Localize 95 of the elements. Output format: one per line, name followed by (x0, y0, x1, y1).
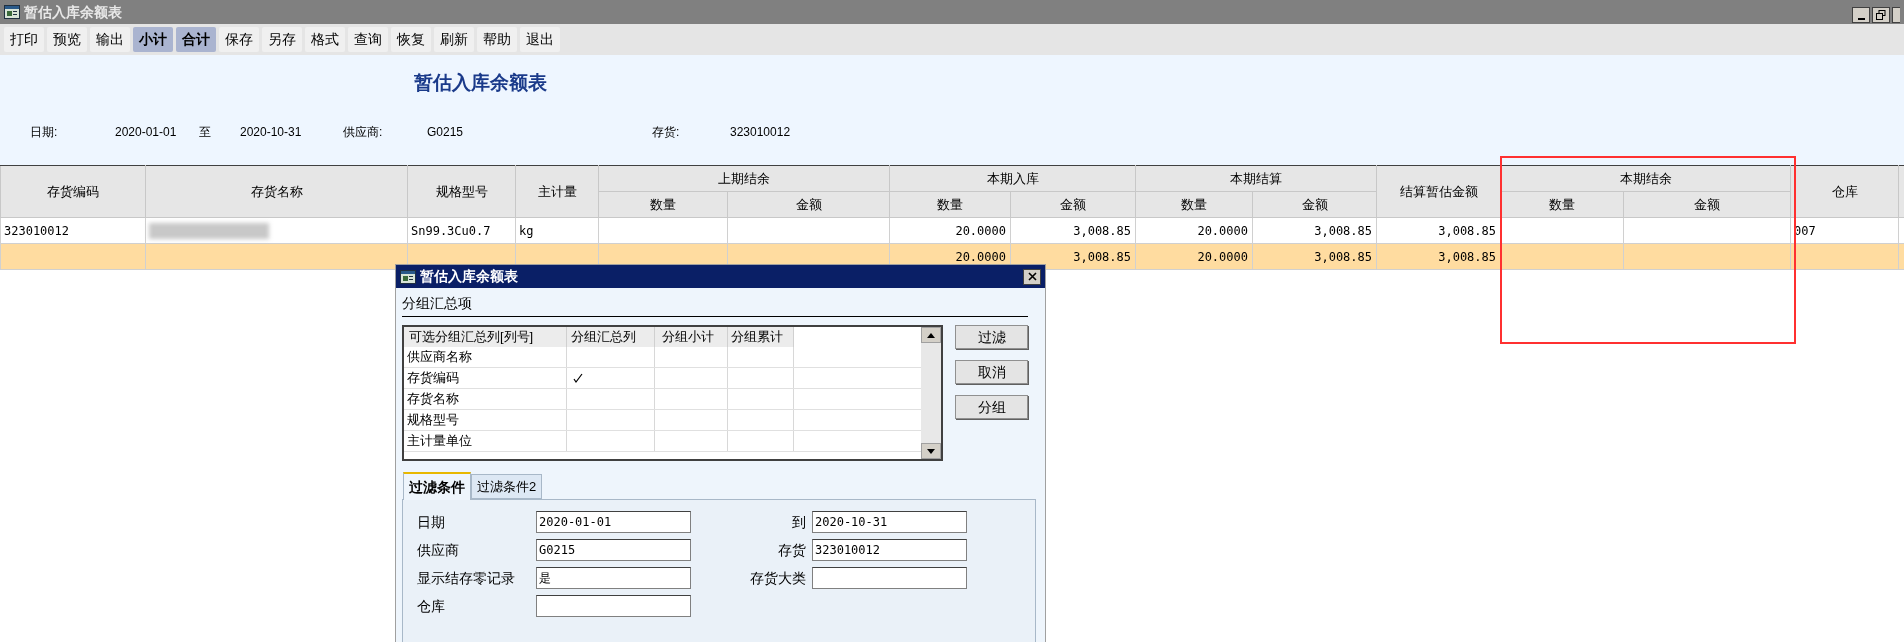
input-field[interactable]: G0215 (536, 539, 691, 561)
arrow-up-icon (927, 332, 935, 338)
column-header: 结算暂估金额 (1376, 165, 1501, 218)
filter-label: 供应商: (343, 124, 384, 141)
input-field[interactable] (812, 567, 967, 589)
column-header: 数量 (889, 191, 1011, 218)
table-cell: 3,008.85 (1073, 223, 1131, 238)
table-cell: 20.0000 (1197, 249, 1248, 264)
field-label: 供应商 (417, 540, 460, 560)
field-label: 仓库 (417, 596, 446, 616)
window-icon (4, 5, 20, 19)
close-button[interactable] (1892, 7, 1900, 23)
filter-label: 存货: (652, 124, 681, 141)
dialog-icon (400, 269, 416, 284)
table-cell: 3,008.85 (1314, 249, 1372, 264)
list-item[interactable]: 主计量单位 (404, 431, 567, 451)
filter-value: 323010012 (730, 124, 791, 141)
list-item[interactable]: 存货编码 (404, 368, 567, 388)
field-label: 显示结存零记录 (417, 568, 516, 588)
toolbar-button[interactable]: 刷新 (434, 27, 474, 52)
toolbar-button[interactable]: 合计 (176, 27, 216, 52)
grid-header: 分组累计 (728, 327, 794, 347)
column-header: 数量 (1500, 191, 1624, 218)
field-label: 到 (791, 512, 807, 532)
toolbar-button[interactable]: 格式 (305, 27, 345, 52)
column-header: 存货编码 (0, 165, 146, 218)
table-cell: 3,008.85 (1438, 249, 1496, 264)
column-header: 金额 (1010, 191, 1136, 218)
dialog-button[interactable]: 取消 (955, 360, 1028, 384)
input-field[interactable]: 2020-01-01 (536, 511, 691, 533)
scrollbar[interactable] (921, 327, 941, 459)
list-item[interactable]: 存货名称 (404, 389, 567, 409)
filter-value: G0215 (427, 124, 465, 141)
check-icon (573, 372, 584, 384)
toolbar-button[interactable]: 小计 (133, 27, 173, 52)
field-label: 存货大类 (749, 568, 807, 588)
field-label: 日期 (417, 512, 446, 532)
column-header: 主计量 (515, 165, 599, 218)
dialog-button[interactable]: 过滤 (955, 325, 1028, 349)
grid-header: 可选分组汇总列[列号] (404, 327, 567, 347)
tab[interactable]: 过滤条件 (403, 472, 471, 500)
toolbar-button[interactable]: 输出 (90, 27, 130, 52)
filter-value: 2020-01-01 (115, 124, 178, 141)
field-label: 存货 (777, 540, 807, 560)
arrow-down-icon (927, 448, 935, 454)
column-header: 仓库 (1790, 165, 1899, 218)
toolbar-button[interactable]: 恢复 (391, 27, 431, 52)
filter-label: 日期: (30, 124, 59, 141)
column-header: 金额 (1252, 191, 1377, 218)
table-cell: Sn99.3Cu0.7 (411, 223, 491, 238)
filter-label: 至 (199, 124, 212, 141)
close-button[interactable] (1023, 268, 1041, 285)
table-cell: kg (519, 223, 534, 238)
column-header: 本期结余 (1500, 165, 1791, 192)
toolbar-button[interactable]: 另存 (262, 27, 302, 52)
table-cell: 20.0000 (1197, 223, 1248, 238)
toolbar-button[interactable]: 查询 (348, 27, 388, 52)
window-title: 暂估入库余额表 (24, 2, 122, 22)
list-item[interactable]: 规格型号 (404, 410, 567, 430)
input-field[interactable]: 323010012 (812, 539, 967, 561)
minimize-button[interactable] (1852, 7, 1870, 23)
input-field[interactable]: 是 (536, 567, 691, 589)
toolbar-button[interactable]: 帮助 (477, 27, 517, 52)
list-item[interactable]: 供应商名称 (404, 347, 567, 367)
dialog-button[interactable]: 分组 (955, 395, 1028, 419)
tab[interactable]: 过滤条件2 (471, 474, 543, 499)
grid-header: 分组小计 (655, 327, 728, 347)
table-cell: 3,008.85 (1073, 249, 1131, 264)
table-cell: 3,008.85 (1314, 223, 1372, 238)
close-icon (1027, 272, 1037, 281)
column-header: 规格型号 (407, 165, 516, 218)
column-header: 数量 (1135, 191, 1253, 218)
input-field[interactable] (536, 595, 691, 617)
table-cell: 323010012 (4, 223, 70, 238)
column-header: 数量 (598, 191, 728, 218)
section-label: 分组汇总项 (402, 288, 1028, 317)
column-header: 金额 (727, 191, 890, 218)
table-cell: 3,008.85 (1438, 223, 1496, 238)
table-cell: 20.0000 (955, 249, 1006, 264)
grid-header: 分组汇总列 (567, 327, 655, 347)
dialog-title: 暂估入库余额表 (420, 267, 518, 286)
column-header: 本期结算 (1135, 165, 1377, 192)
restore-button[interactable] (1872, 7, 1890, 23)
toolbar-button[interactable]: 打印 (4, 27, 44, 52)
toolbar-button[interactable]: 退出 (520, 27, 560, 52)
toolbar-button[interactable]: 预览 (47, 27, 87, 52)
column-header: 上期结余 (598, 165, 890, 192)
filter-value: 2020-10-31 (240, 124, 303, 141)
table-cell: 20.0000 (955, 223, 1006, 238)
column-header: 存货名称 (145, 165, 408, 218)
column-header: 金额 (1623, 191, 1791, 218)
column-header: 本期入库 (889, 165, 1136, 192)
input-field[interactable]: 2020-10-31 (812, 511, 967, 533)
report-title: 暂估入库余额表 (414, 71, 547, 95)
toolbar-button[interactable]: 保存 (219, 27, 259, 52)
